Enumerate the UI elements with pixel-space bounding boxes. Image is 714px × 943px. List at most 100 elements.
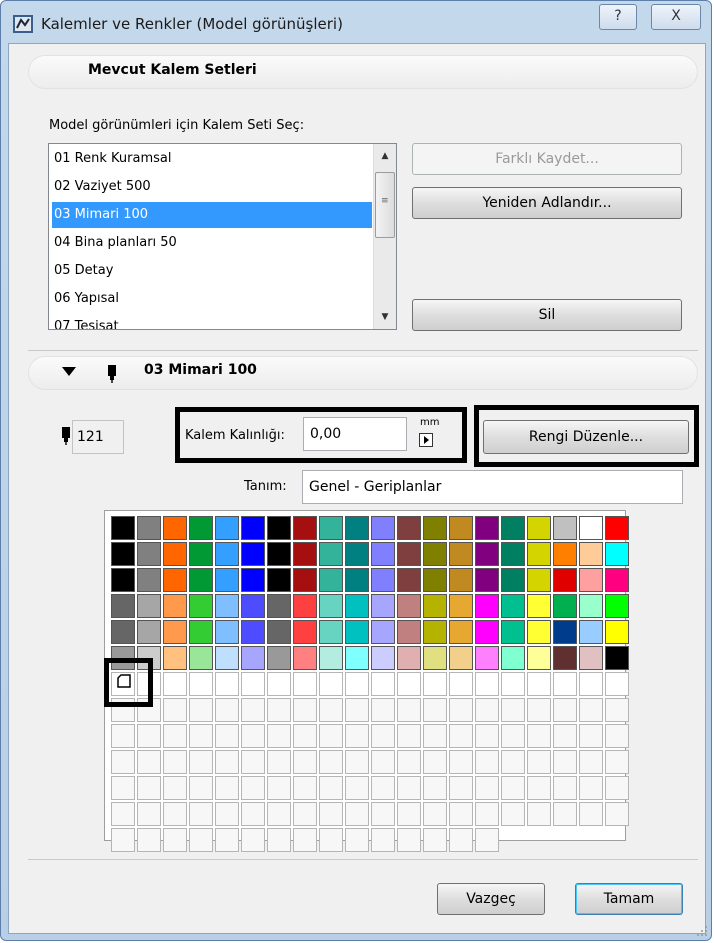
color-swatch[interactable]	[449, 620, 473, 644]
empty-swatch[interactable]	[423, 802, 447, 826]
empty-swatch[interactable]	[475, 776, 499, 800]
color-swatch[interactable]	[371, 516, 395, 540]
empty-swatch[interactable]	[111, 828, 135, 852]
empty-swatch[interactable]	[345, 802, 369, 826]
empty-swatch[interactable]	[423, 776, 447, 800]
color-swatch[interactable]	[605, 568, 629, 592]
color-swatch[interactable]	[163, 542, 187, 566]
color-swatch[interactable]	[397, 594, 421, 618]
color-swatch[interactable]	[319, 672, 343, 696]
color-swatch[interactable]	[293, 542, 317, 566]
color-swatch[interactable]	[319, 542, 343, 566]
color-swatch[interactable]	[501, 568, 525, 592]
color-swatch[interactable]	[579, 646, 603, 670]
color-swatch[interactable]	[345, 620, 369, 644]
empty-swatch[interactable]	[475, 724, 499, 748]
empty-swatch[interactable]	[553, 724, 577, 748]
color-swatch[interactable]	[553, 646, 577, 670]
color-swatch[interactable]	[137, 620, 161, 644]
pen-set-item[interactable]: 05 Detay	[52, 258, 372, 284]
empty-swatch[interactable]	[163, 828, 187, 852]
color-swatch[interactable]	[345, 594, 369, 618]
color-swatch[interactable]	[579, 568, 603, 592]
color-swatch[interactable]	[371, 620, 395, 644]
empty-swatch[interactable]	[527, 802, 551, 826]
thickness-input[interactable]: 0,00	[303, 417, 407, 451]
empty-swatch[interactable]	[215, 750, 239, 774]
color-swatch[interactable]	[163, 568, 187, 592]
empty-swatch[interactable]	[163, 776, 187, 800]
color-swatch[interactable]	[397, 568, 421, 592]
color-swatch[interactable]	[423, 516, 447, 540]
color-swatch[interactable]	[423, 594, 447, 618]
empty-swatch[interactable]	[189, 802, 213, 826]
rename-button[interactable]: Yeniden Adlandır...	[412, 187, 682, 219]
empty-swatch[interactable]	[319, 776, 343, 800]
empty-swatch[interactable]	[397, 776, 421, 800]
color-swatch[interactable]	[111, 620, 135, 644]
empty-swatch[interactable]	[319, 724, 343, 748]
color-swatch[interactable]	[137, 568, 161, 592]
color-swatch[interactable]	[553, 594, 577, 618]
empty-swatch[interactable]	[163, 802, 187, 826]
empty-swatch[interactable]	[293, 724, 317, 748]
empty-swatch[interactable]	[345, 750, 369, 774]
color-swatch[interactable]	[189, 568, 213, 592]
empty-swatch[interactable]	[293, 750, 317, 774]
empty-swatch[interactable]	[605, 724, 629, 748]
empty-swatch[interactable]	[371, 724, 395, 748]
empty-swatch[interactable]	[267, 698, 291, 722]
empty-swatch[interactable]	[189, 776, 213, 800]
color-swatch[interactable]	[475, 594, 499, 618]
empty-swatch[interactable]	[137, 776, 161, 800]
empty-swatch[interactable]	[371, 802, 395, 826]
color-swatch[interactable]	[553, 568, 577, 592]
empty-swatch[interactable]	[475, 750, 499, 774]
empty-swatch[interactable]	[449, 750, 473, 774]
color-swatch[interactable]	[189, 516, 213, 540]
empty-swatch[interactable]	[267, 724, 291, 748]
empty-swatch[interactable]	[293, 698, 317, 722]
empty-swatch[interactable]	[345, 698, 369, 722]
color-swatch[interactable]	[241, 542, 265, 566]
empty-swatch[interactable]	[397, 828, 421, 852]
empty-swatch[interactable]	[579, 802, 603, 826]
color-swatch[interactable]	[111, 594, 135, 618]
empty-swatch[interactable]	[449, 828, 473, 852]
empty-swatch[interactable]	[189, 724, 213, 748]
color-swatch[interactable]	[267, 620, 291, 644]
color-swatch[interactable]	[527, 568, 551, 592]
color-swatch[interactable]	[267, 542, 291, 566]
empty-swatch[interactable]	[189, 698, 213, 722]
empty-swatch[interactable]	[215, 776, 239, 800]
color-swatch[interactable]	[189, 542, 213, 566]
pen-set-item[interactable]: 02 Vaziyet 500	[52, 174, 372, 200]
pen-set-item[interactable]: 03 Mimari 100	[52, 202, 372, 228]
empty-swatch[interactable]	[345, 724, 369, 748]
color-swatch[interactable]	[423, 646, 447, 670]
empty-swatch[interactable]	[241, 802, 265, 826]
empty-swatch[interactable]	[527, 724, 551, 748]
empty-swatch[interactable]	[605, 776, 629, 800]
ok-button[interactable]: Tamam	[575, 883, 683, 915]
color-swatch[interactable]	[345, 568, 369, 592]
color-swatch[interactable]	[527, 646, 551, 670]
color-swatch[interactable]	[345, 646, 369, 670]
empty-swatch[interactable]	[111, 750, 135, 774]
empty-swatch[interactable]	[371, 828, 395, 852]
empty-swatch[interactable]	[137, 828, 161, 852]
color-swatch[interactable]	[293, 594, 317, 618]
empty-swatch[interactable]	[397, 750, 421, 774]
empty-swatch[interactable]	[111, 776, 135, 800]
color-swatch[interactable]	[527, 542, 551, 566]
empty-swatch[interactable]	[293, 828, 317, 852]
color-swatch[interactable]	[267, 516, 291, 540]
empty-swatch[interactable]	[267, 802, 291, 826]
color-swatch[interactable]	[293, 672, 317, 696]
color-swatch[interactable]	[475, 620, 499, 644]
pen-set-item[interactable]: 04 Bina planları 50	[52, 230, 372, 256]
color-swatch[interactable]	[501, 516, 525, 540]
color-swatch[interactable]	[293, 568, 317, 592]
color-swatch[interactable]	[319, 568, 343, 592]
empty-swatch[interactable]	[501, 802, 525, 826]
